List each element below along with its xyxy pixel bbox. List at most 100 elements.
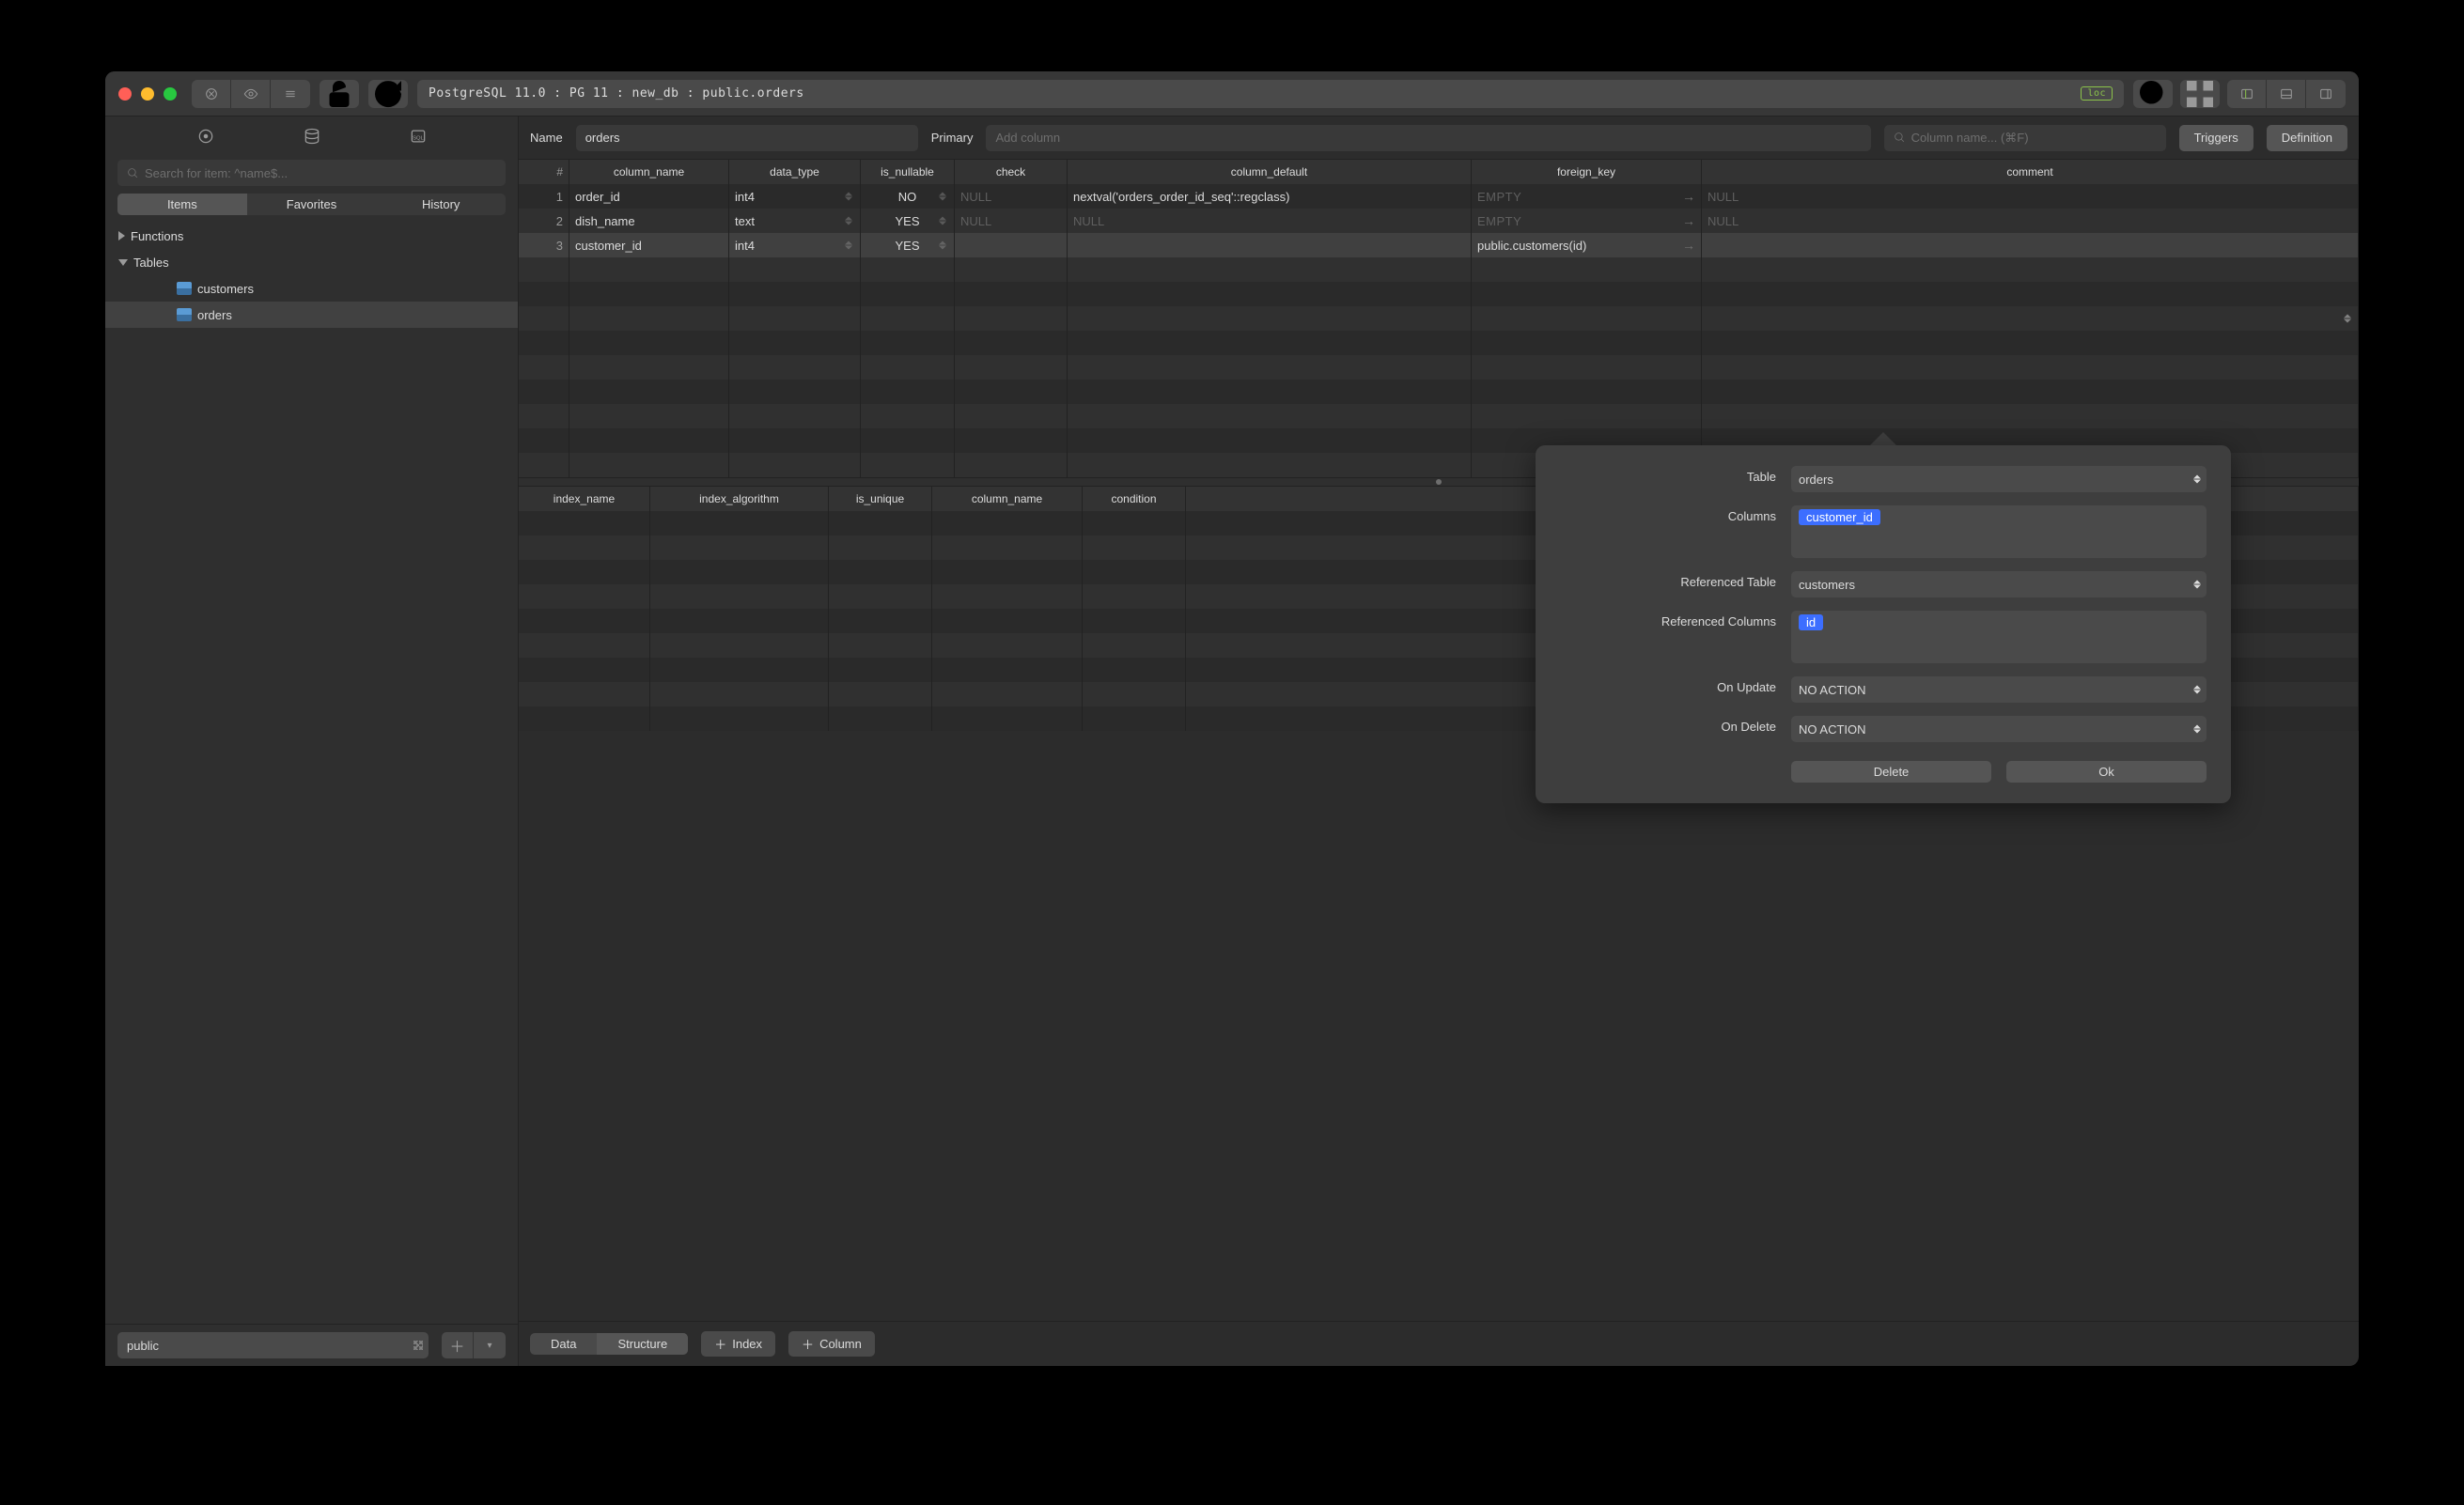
pop-ref-cols-input[interactable]: id — [1791, 611, 2207, 663]
triggers-button[interactable]: Triggers — [2179, 125, 2253, 151]
name-input[interactable]: orders — [576, 125, 918, 151]
nav-group — [192, 80, 310, 108]
cell-check[interactable] — [955, 233, 1068, 257]
stepper-icon[interactable] — [939, 193, 950, 201]
primary-input[interactable]: Add column — [986, 125, 1870, 151]
cell-fk[interactable]: EMPTY→ — [1472, 209, 1702, 233]
col-default[interactable]: column_default — [1068, 160, 1472, 184]
arrow-right-icon[interactable]: → — [1682, 213, 1695, 228]
definition-button[interactable]: Definition — [2267, 125, 2347, 151]
cell-comment[interactable]: NULL — [1702, 184, 2359, 209]
tag-id[interactable]: id — [1799, 614, 1823, 630]
col-fk[interactable]: foreign_key — [1472, 160, 1702, 184]
cell-default[interactable]: NULL — [1068, 209, 1472, 233]
tree-table-orders[interactable]: orders — [105, 302, 518, 328]
layout-bottom-button[interactable] — [2267, 80, 2306, 108]
preview-button[interactable] — [231, 80, 271, 108]
minimize-icon[interactable] — [141, 87, 154, 101]
cell-type[interactable]: text — [729, 209, 861, 233]
add-menu-button[interactable]: ▾ — [474, 1332, 506, 1358]
cell-default[interactable] — [1068, 233, 1472, 257]
table-row[interactable]: 1 order_id int4 NO NULL nextval('orders_… — [519, 184, 2359, 209]
column-search[interactable]: Column name... (⌘F) — [1884, 125, 2166, 151]
delete-button[interactable]: Delete — [1791, 761, 1991, 783]
schema-select[interactable]: public — [117, 1332, 429, 1358]
col-check[interactable]: check — [955, 160, 1068, 184]
cell-comment[interactable]: NULL — [1702, 209, 2359, 233]
idx-name[interactable]: index_name — [519, 487, 650, 511]
cell-name[interactable]: order_id — [569, 184, 729, 209]
sidebar-search[interactable]: Search for item: ^name$... — [117, 160, 506, 186]
pop-on-delete-select[interactable]: NO ACTION — [1791, 716, 2207, 742]
stepper-icon[interactable] — [845, 217, 856, 225]
tree-label: customers — [197, 282, 254, 296]
commit-button[interactable] — [271, 80, 310, 108]
idx-unique[interactable]: is_unique — [829, 487, 932, 511]
cell-comment[interactable] — [1702, 233, 2359, 257]
cell-check[interactable]: NULL — [955, 184, 1068, 209]
add-button[interactable]: ＋ — [442, 1332, 474, 1358]
idx-cond[interactable]: condition — [1083, 487, 1186, 511]
cell-fk[interactable]: EMPTY→ — [1472, 184, 1702, 209]
sidebar-footer: public ＋ ▾ — [105, 1324, 518, 1366]
tab-favorites[interactable]: Favorites — [247, 194, 377, 215]
cell-name[interactable]: customer_id — [569, 233, 729, 257]
arrow-right-icon[interactable]: → — [1682, 189, 1695, 204]
cell-type[interactable]: int4 — [729, 233, 861, 257]
pop-on-update-select[interactable]: NO ACTION — [1791, 676, 2207, 703]
grid-view-button[interactable] — [2180, 80, 2220, 108]
pop-ref-cols-label: Referenced Columns — [1560, 611, 1776, 628]
col-type[interactable]: data_type — [729, 160, 861, 184]
stepper-icon[interactable] — [939, 241, 950, 250]
cell-check[interactable]: NULL — [955, 209, 1068, 233]
idx-col[interactable]: column_name — [932, 487, 1083, 511]
arrow-right-icon[interactable]: → — [1682, 238, 1695, 253]
refresh-button[interactable] — [368, 80, 408, 108]
discard-changes-button[interactable] — [192, 80, 231, 108]
tree-table-customers[interactable]: customers — [105, 275, 518, 302]
cell-nullable[interactable]: NO — [861, 184, 955, 209]
search-button[interactable] — [2133, 80, 2173, 108]
ok-button[interactable]: Ok — [2006, 761, 2207, 783]
breadcrumb-bar[interactable]: PostgreSQL 11.0 : PG 11 : new_db : publi… — [417, 80, 2124, 108]
cell-type[interactable]: int4 — [729, 184, 861, 209]
structure-tab[interactable]: Structure — [597, 1333, 688, 1355]
data-tab[interactable]: Data — [530, 1333, 597, 1355]
stepper-icon[interactable] — [939, 217, 950, 225]
col-comment[interactable]: comment — [1702, 160, 2359, 184]
titlebar: PostgreSQL 11.0 : PG 11 : new_db : publi… — [105, 71, 2359, 116]
tree-functions[interactable]: Functions — [105, 223, 518, 249]
col-idx[interactable]: # — [519, 160, 569, 184]
pop-table-select[interactable]: orders — [1791, 466, 2207, 492]
plus-icon: ＋ — [714, 1335, 726, 1353]
cell-fk[interactable]: public.customers(id)→ — [1472, 233, 1702, 257]
tag-customer-id[interactable]: customer_id — [1799, 509, 1880, 525]
zoom-icon[interactable] — [164, 87, 177, 101]
cell-name[interactable]: dish_name — [569, 209, 729, 233]
add-column-button[interactable]: ＋ Column — [788, 1331, 875, 1357]
layout-sidebar-button[interactable] — [2227, 80, 2267, 108]
pop-ref-table-select[interactable]: customers — [1791, 571, 2207, 597]
tab-items[interactable]: Items — [117, 194, 247, 215]
stepper-icon[interactable] — [845, 193, 856, 201]
layout-right-button[interactable] — [2306, 80, 2346, 108]
col-nullable[interactable]: is_nullable — [861, 160, 955, 184]
cell-default[interactable]: nextval('orders_order_id_seq'::regclass) — [1068, 184, 1472, 209]
tree-tables[interactable]: Tables — [105, 249, 518, 275]
table-row[interactable]: 3 customer_id int4 YES public.customers(… — [519, 233, 2359, 257]
lock-button[interactable] — [320, 80, 359, 108]
pop-columns-input[interactable]: customer_id — [1791, 505, 2207, 558]
idx-algo[interactable]: index_algorithm — [650, 487, 829, 511]
tab-history[interactable]: History — [376, 194, 506, 215]
add-index-button[interactable]: ＋ Index — [701, 1331, 775, 1357]
connection-icon[interactable] — [187, 122, 225, 150]
cell-nullable[interactable]: YES — [861, 209, 955, 233]
table-row[interactable]: 2 dish_name text YES NULL NULL EMPTY→ NU… — [519, 209, 2359, 233]
stepper-icon[interactable] — [845, 241, 856, 250]
col-name[interactable]: column_name — [569, 160, 729, 184]
database-icon[interactable] — [293, 122, 331, 150]
sql-icon[interactable]: SQL — [399, 122, 437, 150]
dropdown-icon — [2193, 475, 2201, 484]
cell-nullable[interactable]: YES — [861, 233, 955, 257]
close-icon[interactable] — [118, 87, 132, 101]
